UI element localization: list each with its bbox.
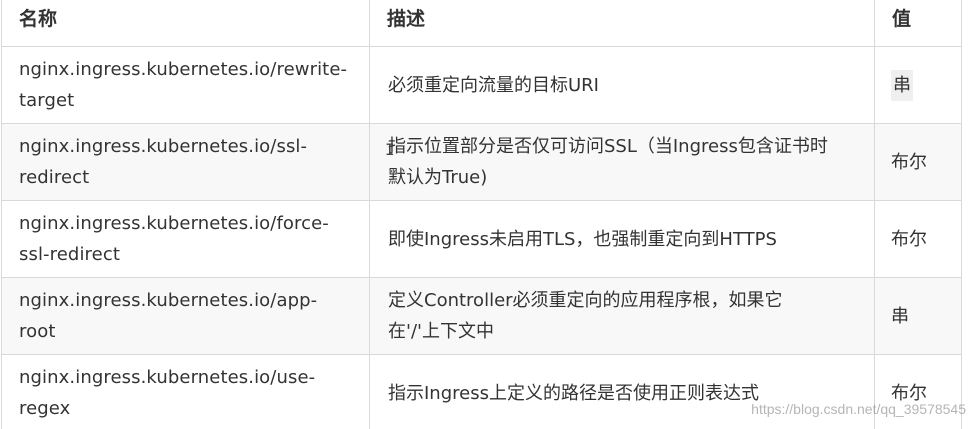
row-name-line: nginx.ingress.kubernetes.io/ssl- — [19, 136, 308, 157]
row-description-line: 即使Ingress未启用TLS，也强制重定向到HTTPS — [388, 228, 777, 250]
row-description-line: 指示位置部分是否仅可访问SSL（当Ingress包含证书时 — [388, 136, 828, 157]
row-name-line: nginx.ingress.kubernetes.io/app- — [19, 290, 318, 311]
row-value-text: 串 — [891, 305, 909, 327]
watermark-text: https://blog.csdn.net/qq_39578545 — [751, 401, 966, 417]
row-value-cell: 布尔 — [874, 354, 962, 429]
table-row: nginx.ingress.kubernetes.io/rewrite- tar… — [1, 46, 962, 124]
row-value-cell: 布尔 — [874, 123, 962, 201]
row-name-line: regex — [19, 398, 71, 419]
table-row: nginx.ingress.kubernetes.io/app- root 定义… — [1, 277, 962, 355]
row-value-cell: 布尔 — [874, 200, 962, 278]
table-header-row: 名称 描述 值 — [1, 0, 962, 47]
annotations-table: 名称 描述 值 nginx.ingress.kubernetes.io/rewr… — [1, 0, 962, 429]
row-value-cell: 串 — [874, 46, 962, 124]
row-name-cell: nginx.ingress.kubernetes.io/app- root — [1, 277, 370, 355]
row-name-line: nginx.ingress.kubernetes.io/force- — [19, 213, 329, 234]
header-value: 值 — [874, 0, 962, 47]
row-description-line: 默认为True) — [388, 167, 488, 188]
annotations-table-container: 名称 描述 值 nginx.ingress.kubernetes.io/rewr… — [0, 0, 976, 429]
row-description-line: 在'/'上下文中 — [388, 321, 494, 342]
row-name-line: nginx.ingress.kubernetes.io/use- — [19, 367, 316, 388]
row-name-line: target — [19, 90, 75, 111]
row-value-cell: 串 — [874, 277, 962, 355]
row-description-cell: 必须重定向流量的目标URI — [369, 46, 875, 124]
table-row: nginx.ingress.kubernetes.io/ssl- redirec… — [1, 123, 962, 201]
row-description-cell: 指示Ingress上定义的路径是否使用正则表达式 — [369, 354, 875, 429]
row-description-line: 必须重定向流量的目标URI — [388, 74, 599, 96]
row-name-line: nginx.ingress.kubernetes.io/rewrite- — [19, 59, 348, 80]
row-value-text: 布尔 — [891, 151, 927, 173]
header-description: 描述 — [369, 0, 875, 47]
row-name-cell: nginx.ingress.kubernetes.io/use- regex — [1, 354, 370, 429]
row-name-line: redirect — [19, 167, 90, 188]
row-value-text: 串 — [891, 69, 913, 101]
table-row: nginx.ingress.kubernetes.io/use- regex 指… — [1, 354, 962, 429]
text-cursor-icon: I — [385, 141, 395, 158]
row-value-text: 布尔 — [891, 228, 927, 250]
row-name-cell: nginx.ingress.kubernetes.io/force- ssl-r… — [1, 200, 370, 278]
table-row: nginx.ingress.kubernetes.io/force- ssl-r… — [1, 200, 962, 278]
header-name: 名称 — [1, 0, 370, 47]
row-description-cell: 定义Controller必须重定向的应用程序根，如果它 在'/'上下文中 — [369, 277, 875, 355]
row-name-cell: nginx.ingress.kubernetes.io/ssl- redirec… — [1, 123, 370, 201]
row-name-line: ssl-redirect — [19, 244, 120, 265]
row-description-cell: 即使Ingress未启用TLS，也强制重定向到HTTPS — [369, 200, 875, 278]
row-name-cell: nginx.ingress.kubernetes.io/rewrite- tar… — [1, 46, 370, 124]
row-name-line: root — [19, 321, 56, 342]
row-description-line: 定义Controller必须重定向的应用程序根，如果它 — [388, 290, 783, 311]
row-description-cell: 指示位置部分是否仅可访问SSL（当Ingress包含证书时 默认为True) — [369, 123, 875, 201]
